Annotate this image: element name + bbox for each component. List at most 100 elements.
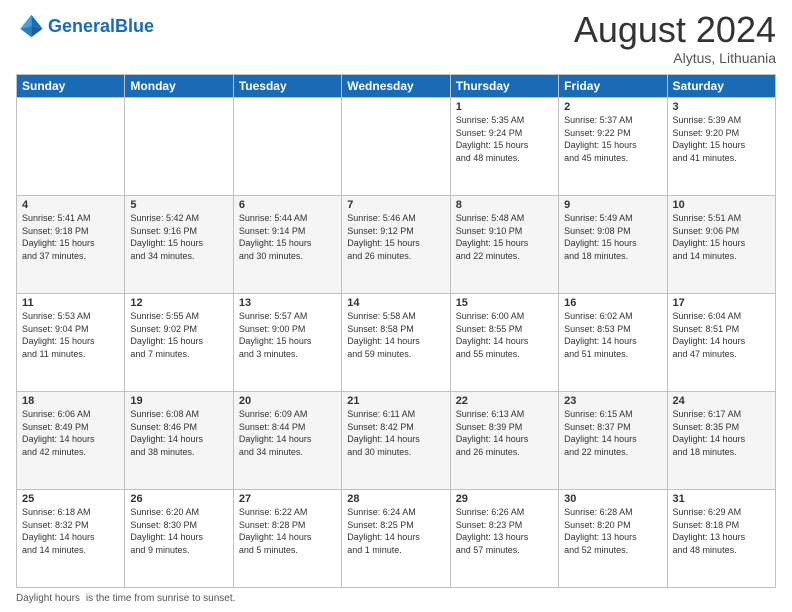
calendar-week-row: 11Sunrise: 5:53 AM Sunset: 9:04 PM Dayli… — [17, 294, 776, 392]
table-row: 14Sunrise: 5:58 AM Sunset: 8:58 PM Dayli… — [342, 294, 450, 392]
day-info: Sunrise: 5:37 AM Sunset: 9:22 PM Dayligh… — [564, 114, 661, 164]
day-number: 24 — [673, 395, 770, 407]
day-number: 2 — [564, 101, 661, 113]
day-info: Sunrise: 6:08 AM Sunset: 8:46 PM Dayligh… — [130, 408, 227, 458]
day-info: Sunrise: 6:20 AM Sunset: 8:30 PM Dayligh… — [130, 506, 227, 556]
logo: GeneralBlue — [16, 12, 154, 40]
day-info: Sunrise: 6:09 AM Sunset: 8:44 PM Dayligh… — [239, 408, 336, 458]
day-number: 10 — [673, 199, 770, 211]
day-number: 22 — [456, 395, 553, 407]
day-info: Sunrise: 6:18 AM Sunset: 8:32 PM Dayligh… — [22, 506, 119, 556]
table-row: 23Sunrise: 6:15 AM Sunset: 8:37 PM Dayli… — [559, 392, 667, 490]
day-number: 15 — [456, 297, 553, 309]
day-number: 13 — [239, 297, 336, 309]
day-info: Sunrise: 5:55 AM Sunset: 9:02 PM Dayligh… — [130, 310, 227, 360]
table-row: 4Sunrise: 5:41 AM Sunset: 9:18 PM Daylig… — [17, 196, 125, 294]
table-row: 22Sunrise: 6:13 AM Sunset: 8:39 PM Dayli… — [450, 392, 558, 490]
day-info: Sunrise: 6:04 AM Sunset: 8:51 PM Dayligh… — [673, 310, 770, 360]
table-row: 31Sunrise: 6:29 AM Sunset: 8:18 PM Dayli… — [667, 490, 775, 588]
day-number: 19 — [130, 395, 227, 407]
title-block: August 2024 Alytus, Lithuania — [574, 12, 776, 66]
table-row: 13Sunrise: 5:57 AM Sunset: 9:00 PM Dayli… — [233, 294, 341, 392]
day-number: 23 — [564, 395, 661, 407]
day-number: 16 — [564, 297, 661, 309]
day-number: 3 — [673, 101, 770, 113]
table-row: 9Sunrise: 5:49 AM Sunset: 9:08 PM Daylig… — [559, 196, 667, 294]
day-info: Sunrise: 6:15 AM Sunset: 8:37 PM Dayligh… — [564, 408, 661, 458]
col-thursday: Thursday — [450, 75, 558, 98]
table-row: 26Sunrise: 6:20 AM Sunset: 8:30 PM Dayli… — [125, 490, 233, 588]
table-row: 12Sunrise: 5:55 AM Sunset: 9:02 PM Dayli… — [125, 294, 233, 392]
day-info: Sunrise: 6:06 AM Sunset: 8:49 PM Dayligh… — [22, 408, 119, 458]
day-info: Sunrise: 6:02 AM Sunset: 8:53 PM Dayligh… — [564, 310, 661, 360]
header: GeneralBlue August 2024 Alytus, Lithuani… — [16, 12, 776, 66]
day-info: Sunrise: 5:35 AM Sunset: 9:24 PM Dayligh… — [456, 114, 553, 164]
day-number: 20 — [239, 395, 336, 407]
day-number: 31 — [673, 493, 770, 505]
page: GeneralBlue August 2024 Alytus, Lithuani… — [0, 0, 792, 612]
day-number: 9 — [564, 199, 661, 211]
day-info: Sunrise: 5:53 AM Sunset: 9:04 PM Dayligh… — [22, 310, 119, 360]
table-row: 17Sunrise: 6:04 AM Sunset: 8:51 PM Dayli… — [667, 294, 775, 392]
calendar-week-row: 18Sunrise: 6:06 AM Sunset: 8:49 PM Dayli… — [17, 392, 776, 490]
col-friday: Friday — [559, 75, 667, 98]
day-info: Sunrise: 5:57 AM Sunset: 9:00 PM Dayligh… — [239, 310, 336, 360]
footer-desc: is the time from sunrise to sunset. — [86, 593, 236, 604]
day-number: 27 — [239, 493, 336, 505]
table-row: 27Sunrise: 6:22 AM Sunset: 8:28 PM Dayli… — [233, 490, 341, 588]
daylight-note: Daylight hours — [16, 593, 80, 604]
day-number: 4 — [22, 199, 119, 211]
table-row: 18Sunrise: 6:06 AM Sunset: 8:49 PM Dayli… — [17, 392, 125, 490]
table-row: 3Sunrise: 5:39 AM Sunset: 9:20 PM Daylig… — [667, 98, 775, 196]
table-row: 7Sunrise: 5:46 AM Sunset: 9:12 PM Daylig… — [342, 196, 450, 294]
calendar-header-row: Sunday Monday Tuesday Wednesday Thursday… — [17, 75, 776, 98]
table-row: 10Sunrise: 5:51 AM Sunset: 9:06 PM Dayli… — [667, 196, 775, 294]
day-info: Sunrise: 5:44 AM Sunset: 9:14 PM Dayligh… — [239, 212, 336, 262]
day-number: 5 — [130, 199, 227, 211]
day-info: Sunrise: 5:51 AM Sunset: 9:06 PM Dayligh… — [673, 212, 770, 262]
day-info: Sunrise: 6:13 AM Sunset: 8:39 PM Dayligh… — [456, 408, 553, 458]
table-row: 21Sunrise: 6:11 AM Sunset: 8:42 PM Dayli… — [342, 392, 450, 490]
day-number: 30 — [564, 493, 661, 505]
table-row: 25Sunrise: 6:18 AM Sunset: 8:32 PM Dayli… — [17, 490, 125, 588]
day-info: Sunrise: 5:41 AM Sunset: 9:18 PM Dayligh… — [22, 212, 119, 262]
day-info: Sunrise: 6:22 AM Sunset: 8:28 PM Dayligh… — [239, 506, 336, 556]
day-number: 28 — [347, 493, 444, 505]
table-row: 5Sunrise: 5:42 AM Sunset: 9:16 PM Daylig… — [125, 196, 233, 294]
table-row: 28Sunrise: 6:24 AM Sunset: 8:25 PM Dayli… — [342, 490, 450, 588]
table-row — [233, 98, 341, 196]
table-row: 11Sunrise: 5:53 AM Sunset: 9:04 PM Dayli… — [17, 294, 125, 392]
location: Alytus, Lithuania — [574, 50, 776, 66]
calendar-table: Sunday Monday Tuesday Wednesday Thursday… — [16, 74, 776, 588]
col-saturday: Saturday — [667, 75, 775, 98]
logo-text: GeneralBlue — [48, 17, 154, 35]
logo-icon — [16, 12, 44, 40]
table-row — [125, 98, 233, 196]
table-row: 2Sunrise: 5:37 AM Sunset: 9:22 PM Daylig… — [559, 98, 667, 196]
table-row: 29Sunrise: 6:26 AM Sunset: 8:23 PM Dayli… — [450, 490, 558, 588]
day-number: 26 — [130, 493, 227, 505]
day-number: 25 — [22, 493, 119, 505]
day-info: Sunrise: 6:11 AM Sunset: 8:42 PM Dayligh… — [347, 408, 444, 458]
day-number: 29 — [456, 493, 553, 505]
day-info: Sunrise: 6:26 AM Sunset: 8:23 PM Dayligh… — [456, 506, 553, 556]
footer: Daylight hours is the time from sunrise … — [16, 593, 776, 604]
day-info: Sunrise: 6:28 AM Sunset: 8:20 PM Dayligh… — [564, 506, 661, 556]
col-monday: Monday — [125, 75, 233, 98]
day-info: Sunrise: 6:24 AM Sunset: 8:25 PM Dayligh… — [347, 506, 444, 556]
table-row: 1Sunrise: 5:35 AM Sunset: 9:24 PM Daylig… — [450, 98, 558, 196]
table-row: 24Sunrise: 6:17 AM Sunset: 8:35 PM Dayli… — [667, 392, 775, 490]
day-number: 14 — [347, 297, 444, 309]
day-info: Sunrise: 5:39 AM Sunset: 9:20 PM Dayligh… — [673, 114, 770, 164]
day-info: Sunrise: 5:48 AM Sunset: 9:10 PM Dayligh… — [456, 212, 553, 262]
table-row: 19Sunrise: 6:08 AM Sunset: 8:46 PM Dayli… — [125, 392, 233, 490]
col-wednesday: Wednesday — [342, 75, 450, 98]
day-number: 18 — [22, 395, 119, 407]
table-row — [17, 98, 125, 196]
day-number: 12 — [130, 297, 227, 309]
day-number: 6 — [239, 199, 336, 211]
day-number: 11 — [22, 297, 119, 309]
day-number: 1 — [456, 101, 553, 113]
day-number: 17 — [673, 297, 770, 309]
calendar-week-row: 1Sunrise: 5:35 AM Sunset: 9:24 PM Daylig… — [17, 98, 776, 196]
